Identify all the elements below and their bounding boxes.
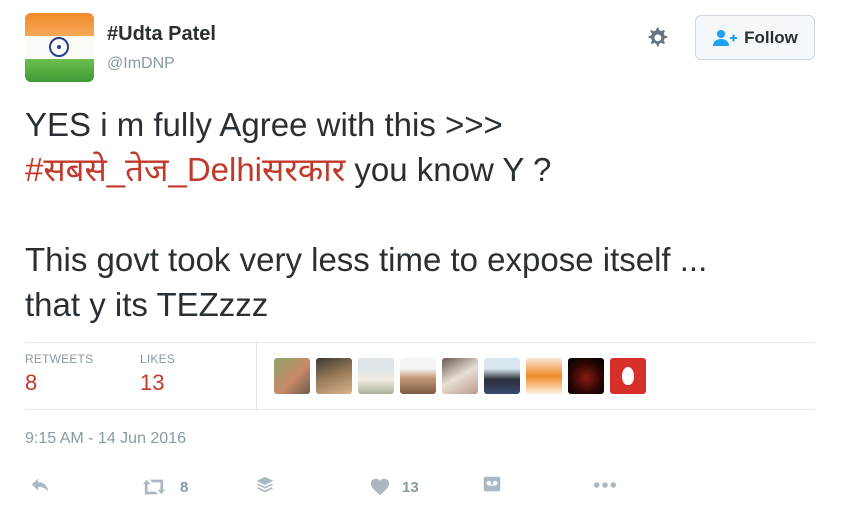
- liker-avatar[interactable]: [526, 358, 562, 394]
- likers-avatars: [274, 358, 646, 394]
- liker-avatar[interactable]: [484, 358, 520, 394]
- stats-separator: [256, 343, 257, 409]
- liker-avatar[interactable]: [274, 358, 310, 394]
- chakra-icon: [49, 37, 69, 57]
- tweet-text: YES i m fully Agree with this >>> #सबसे_…: [25, 102, 825, 327]
- likes-stat[interactable]: LIKES 13: [140, 352, 175, 396]
- liker-avatar[interactable]: [400, 358, 436, 394]
- stack-icon[interactable]: [254, 474, 276, 500]
- likes-count: 13: [140, 370, 165, 395]
- liker-avatar[interactable]: [316, 358, 352, 394]
- divider: [25, 342, 815, 343]
- retweet-icon: [143, 479, 165, 495]
- retweets-stat[interactable]: RETWEETS 8: [25, 352, 93, 396]
- tweet-timestamp[interactable]: 9:15 AM - 14 Jun 2016: [25, 430, 186, 448]
- tweet-line-1: YES i m fully Agree with this >>>: [25, 106, 503, 143]
- follow-button[interactable]: Follow: [695, 15, 815, 60]
- liker-avatar[interactable]: [358, 358, 394, 394]
- tweet-line-2-rest: you know Y ?: [345, 151, 552, 188]
- user-fullname[interactable]: #Udta Patel: [107, 23, 216, 46]
- avatar[interactable]: [25, 13, 94, 82]
- divider: [25, 409, 815, 410]
- add-user-icon: [713, 29, 738, 46]
- retweets-label: RETWEETS: [25, 352, 94, 366]
- likes-label: LIKES: [140, 352, 176, 366]
- more-icon[interactable]: [591, 474, 619, 500]
- hashtag-link[interactable]: #सबसे_तेज_Delhiसरकार: [25, 151, 345, 188]
- flag-saffron-band: [25, 13, 94, 36]
- reply-icon[interactable]: [29, 474, 51, 500]
- retweet-count: 8: [180, 478, 189, 496]
- voicemail-icon[interactable]: [481, 474, 503, 500]
- tweet-line-4: that y its TEZzzz: [25, 286, 269, 323]
- liker-avatar[interactable]: [610, 358, 646, 394]
- gear-icon[interactable]: [644, 25, 670, 51]
- tweet-line-3: This govt took very less time to expose …: [25, 241, 708, 278]
- heart-icon: [370, 478, 390, 496]
- retweet-button[interactable]: 8: [139, 474, 188, 500]
- liker-avatar[interactable]: [568, 358, 604, 394]
- like-count: 13: [402, 478, 419, 496]
- liker-avatar[interactable]: [442, 358, 478, 394]
- flag-green-band: [25, 59, 94, 82]
- follow-label: Follow: [744, 27, 798, 47]
- user-handle[interactable]: @ImDNP: [107, 55, 175, 73]
- like-button[interactable]: 13: [369, 474, 419, 500]
- tweet-line-2: #सबसे_तेज_Delhiसरकार you know Y ?: [25, 147, 825, 192]
- retweets-count: 8: [25, 370, 38, 395]
